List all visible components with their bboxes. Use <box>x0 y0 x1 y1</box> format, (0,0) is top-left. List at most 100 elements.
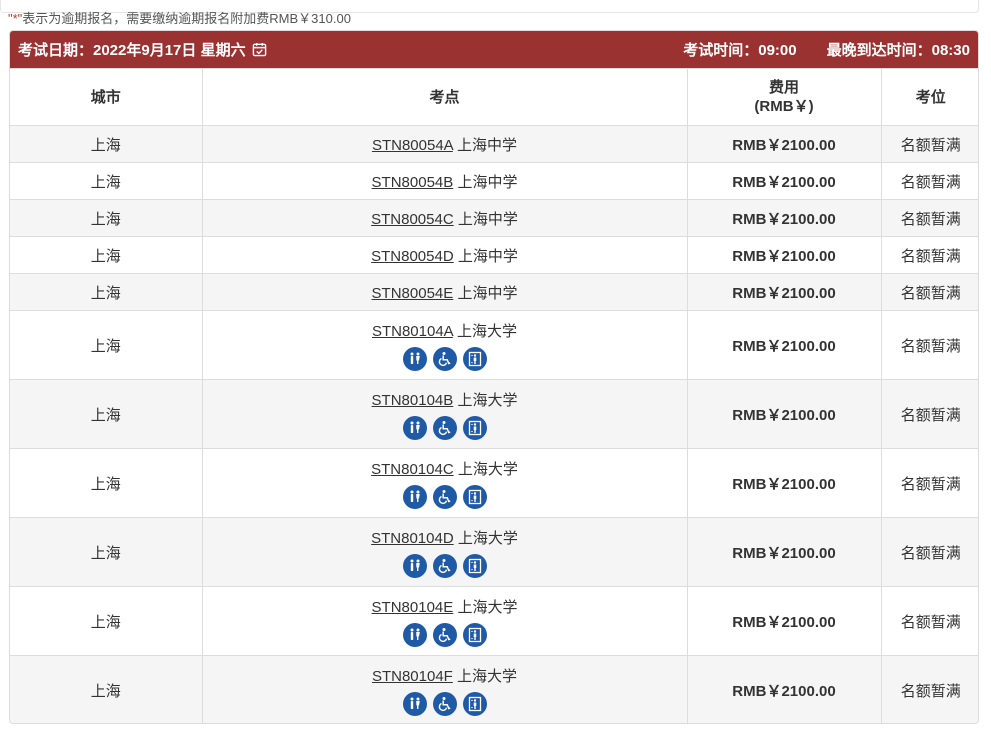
restroom-icon <box>402 622 427 647</box>
seats-cell: 名额暂满 <box>880 310 978 380</box>
center-cell: STN80104E 上海大学 <box>201 586 688 656</box>
fee-cell: RMB￥2100.00 <box>686 162 882 200</box>
city-cell: 上海 <box>10 199 203 237</box>
center-code-link[interactable]: STN80104E <box>372 599 454 616</box>
center-name: 上海大学 <box>457 460 518 478</box>
center-code-link[interactable]: STN80104C <box>371 461 454 478</box>
wheelchair-icon <box>432 346 457 371</box>
restroom-icon <box>402 415 427 440</box>
column-header-seats: 考位 <box>880 68 978 126</box>
seats-status: 名额暂满 <box>900 406 961 424</box>
center-code-link[interactable]: STN80054B <box>372 174 454 191</box>
table-row: 上海 STN80054D 上海中学 RMB￥2100.00 名额暂满 <box>10 236 978 274</box>
fee-cell: RMB￥2100.00 <box>686 125 882 163</box>
city-cell: 上海 <box>10 448 203 518</box>
table-row: 上海 STN80104F 上海大学 RMB￥2100.00 名额暂满 <box>10 655 978 723</box>
center-code-link[interactable]: STN80054D <box>371 248 454 265</box>
center-cell: STN80054E 上海中学 <box>201 273 688 311</box>
fee-header-line1: 费用 <box>768 79 799 96</box>
column-header-center: 考点 <box>201 68 688 126</box>
city-text: 上海 <box>90 475 121 493</box>
facility-icons <box>203 622 687 647</box>
exam-time-group: 考试时间：09:00 最晚到达时间：08:30 <box>683 39 970 60</box>
late-registration-note: "*"表示为逾期报名，需要缴纳逾期报名附加费RMB￥310.00 <box>8 11 351 27</box>
center-name: 上海中学 <box>457 136 518 154</box>
fee-cell: RMB￥2100.00 <box>686 273 882 311</box>
seats-status: 名额暂满 <box>900 544 961 562</box>
column-header-fee: 费用 (RMB￥) <box>686 68 882 126</box>
city-text: 上海 <box>90 337 121 355</box>
center-name: 上海大学 <box>457 529 518 547</box>
wheelchair-icon <box>432 415 457 440</box>
center-code-link[interactable]: STN80054A <box>372 137 453 154</box>
seats-status: 名额暂满 <box>900 613 961 631</box>
fee-text: RMB￥2100.00 <box>732 475 836 493</box>
fee-cell: RMB￥2100.00 <box>686 236 882 274</box>
center-code-link[interactable]: STN80104F <box>372 668 453 685</box>
elevator-icon <box>462 691 487 716</box>
table-row: 上海 STN80054E 上海中学 RMB￥2100.00 名额暂满 <box>10 273 978 311</box>
fee-header-line2: (RMB￥) <box>754 98 814 115</box>
seats-status: 名额暂满 <box>900 284 961 302</box>
city-cell: 上海 <box>10 236 203 274</box>
elevator-icon <box>462 346 487 371</box>
fee-text: RMB￥2100.00 <box>732 173 836 191</box>
restroom-icon <box>402 691 427 716</box>
center-cell: STN80104D 上海大学 <box>201 517 688 587</box>
fee-text: RMB￥2100.00 <box>732 337 836 355</box>
fee-text: RMB￥2100.00 <box>732 544 836 562</box>
center-cell: STN80104B 上海大学 <box>201 379 688 449</box>
elevator-icon <box>462 415 487 440</box>
center-name: 上海中学 <box>457 284 518 302</box>
center-code-link[interactable]: STN80104A <box>372 323 453 340</box>
seats-cell: 名额暂满 <box>880 236 978 274</box>
facility-icons <box>203 415 687 440</box>
facility-icons <box>203 346 687 371</box>
seats-status: 名额暂满 <box>900 210 961 228</box>
center-line: STN80104D 上海大学 <box>203 527 687 548</box>
calendar-check-icon[interactable] <box>252 42 267 57</box>
center-code-link[interactable]: STN80054E <box>372 285 454 302</box>
city-cell: 上海 <box>10 379 203 449</box>
fee-text: RMB￥2100.00 <box>732 247 836 265</box>
center-cell: STN80054D 上海中学 <box>201 236 688 274</box>
center-name: 上海中学 <box>457 173 518 191</box>
seats-cell: 名额暂满 <box>880 379 978 449</box>
center-line: STN80054C 上海中学 <box>203 208 687 229</box>
asterisk-mark: "*" <box>8 11 23 26</box>
city-text: 上海 <box>90 284 121 302</box>
seats-cell: 名额暂满 <box>880 448 978 518</box>
fee-text: RMB￥2100.00 <box>732 210 836 228</box>
exam-session-panel: 考试日期：2022年9月17日 星期六 考试时间：09:00 最晚到达时间：08… <box>9 30 979 724</box>
center-name: 上海中学 <box>457 247 518 265</box>
fee-cell: RMB￥2100.00 <box>686 448 882 518</box>
center-code-link[interactable]: STN80104B <box>372 392 454 409</box>
table-row: 上海 STN80104B 上海大学 RMB￥2100.00 名额暂满 <box>10 379 978 449</box>
city-cell: 上海 <box>10 273 203 311</box>
center-line: STN80104C 上海大学 <box>203 458 687 479</box>
center-name: 上海大学 <box>457 322 518 340</box>
center-cell: STN80054C 上海中学 <box>201 199 688 237</box>
table-row: 上海 STN80104E 上海大学 RMB￥2100.00 名额暂满 <box>10 586 978 656</box>
table-row: 上海 STN80054A 上海中学 RMB￥2100.00 名额暂满 <box>10 125 978 163</box>
city-text: 上海 <box>90 682 121 700</box>
fee-cell: RMB￥2100.00 <box>686 199 882 237</box>
center-line: STN80054E 上海中学 <box>203 282 687 303</box>
center-code-link[interactable]: STN80054C <box>371 211 454 228</box>
city-text: 上海 <box>90 210 121 228</box>
wheelchair-icon <box>432 691 457 716</box>
center-name: 上海中学 <box>457 210 518 228</box>
center-code-link[interactable]: STN80104D <box>371 530 454 547</box>
center-name: 上海大学 <box>457 667 518 685</box>
facility-icons <box>203 484 687 509</box>
facility-icons <box>203 553 687 578</box>
facility-icons <box>203 691 687 716</box>
table-row: 上海 STN80054C 上海中学 RMB￥2100.00 名额暂满 <box>10 199 978 237</box>
seats-status: 名额暂满 <box>900 136 961 154</box>
wheelchair-icon <box>432 622 457 647</box>
center-cell: STN80054B 上海中学 <box>201 162 688 200</box>
fee-cell: RMB￥2100.00 <box>686 310 882 380</box>
fee-text: RMB￥2100.00 <box>732 136 836 154</box>
city-text: 上海 <box>90 136 121 154</box>
restroom-icon <box>402 346 427 371</box>
